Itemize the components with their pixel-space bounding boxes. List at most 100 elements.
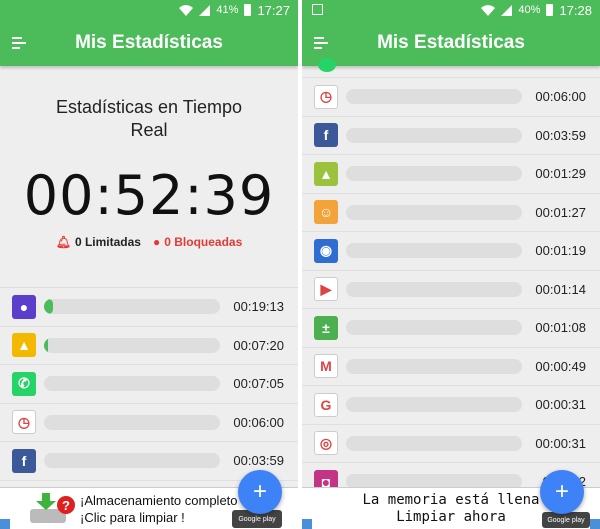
left-screen: 41% 17:27 Mis Estadísticas Estadísticas … [0,0,298,529]
blocked-count: ● 0 Bloqueadas [153,235,242,249]
usage-bar-fill [44,299,53,315]
gallery-notification-icon [312,4,323,15]
app-usage-list: ◷ 00:06:00 f 00:03:59 ▲ 00:01:29 ☺ 00:01:27 ◉ 00:… [302,78,600,502]
blocked-label: 0 Bloqueadas [164,235,243,249]
usage-bar [346,358,522,374]
realtime-clock: 00:52:39 [23,164,275,227]
battery-icon [546,4,554,16]
usage-bar [346,166,522,182]
battery-percent: 40% [518,4,541,16]
usage-duration: 00:01:19 [535,243,586,259]
app-usage-row[interactable]: ▶ 00:01:14 [302,271,600,309]
baby-app-icon: ☺ [314,200,338,225]
plant-game-icon: ▲ [314,161,338,186]
app-usage-row[interactable]: M 00:00:49 [302,348,600,386]
bell-icon: 🔔︎ [55,235,71,249]
google-play-badge[interactable]: Google play [542,512,590,528]
google-icon: G [314,392,338,417]
usage-duration: 00:00:31 [535,435,586,451]
realtime-title: Estadísticas en Tiempo Real [0,66,298,142]
usage-bar [44,376,220,392]
app-usage-row[interactable]: ▲ 00:01:29 [302,155,600,194]
ad-line2: ¡Clic para limpiar ! [80,510,185,525]
realtime-stats: Estadísticas en Tiempo Real 00:52:39 🔔︎ 0… [0,66,298,287]
battery-icon [244,4,252,16]
usage-duration: 00:01:14 [535,281,586,297]
usage-bar [44,299,220,315]
ad-choices-icon[interactable] [302,519,312,529]
app-usage-row[interactable]: ☺ 00:01:27 [302,194,600,232]
limit-counts: 🔔︎ 0 Limitadas ● 0 Bloqueadas [0,235,298,249]
usage-duration: 00:03:59 [233,453,284,469]
usage-duration: 00:00:49 [535,358,586,374]
play-store-icon: ▶ [314,277,338,302]
ad-choices-icon[interactable] [0,519,10,529]
usage-duration: 00:01:29 [535,166,586,182]
bomb-icon: ● [152,235,161,249]
app-usage-row[interactable]: ✆ 00:07:05 [0,365,298,404]
clock-time: 17:27 [257,2,290,18]
clock-icon: ◷ [12,410,36,435]
usage-bar [346,320,522,336]
usage-duration: 00:07:20 [233,337,284,353]
app-usage-row[interactable]: ▲ 00:07:20 [0,327,298,365]
add-fab-button[interactable]: + [540,470,584,514]
wifi-icon [179,4,194,16]
status-bar: 40% 17:28 [302,0,600,20]
app-title: Mis Estadísticas [377,32,525,53]
gallery-icon: ▲ [12,333,36,358]
status-bar: 41% 17:27 [0,0,298,20]
menu-icon[interactable] [314,37,328,49]
app-usage-row[interactable]: ◉ 00:01:19 [302,232,600,271]
app-usage-row[interactable]: ◎ 00:00:31 [302,425,600,463]
facebook-icon: f [314,123,338,148]
app-bar: Mis Estadísticas [302,20,600,66]
camera-app-icon: ◉ [314,238,338,263]
partial-row [302,58,600,78]
app-usage-list: ● 00:19:13 ▲ 00:07:20 ✆ 00:07:05 ◷ 00:06:00 f 00:… [0,288,298,481]
app-usage-row[interactable]: ◷ 00:06:00 [302,78,600,117]
usage-duration: 00:06:00 [233,414,284,430]
limited-label: 0 Limitadas [74,235,141,249]
globe-icon: ● [12,294,36,319]
app-usage-row[interactable]: G 00:00:31 [302,386,600,425]
gmail-icon: M [314,354,338,379]
limited-count: 🔔︎ 0 Limitadas [56,235,141,249]
storage-warning-icon: ? [30,493,75,523]
usage-duration: 00:03:59 [535,127,586,143]
usage-duration: 00:01:08 [535,320,586,336]
signal-icon [501,4,513,16]
signal-icon [199,4,211,16]
usage-bar-fill [44,337,48,353]
app-usage-row[interactable]: ±00:01:08 [302,309,600,348]
app-usage-row[interactable]: ● 00:19:13 [0,288,298,327]
chrome-icon: ◎ [314,431,338,456]
svg-text:?: ? [62,498,70,513]
app-bar: Mis Estadísticas [0,20,298,66]
facebook-icon: f [12,448,36,473]
ad-line1: ¡Almacenamiento completo ? [80,493,249,508]
usage-bar [44,453,220,469]
wifi-icon [481,4,496,16]
battery-percent: 41% [216,4,239,16]
whatsapp-icon: ✆ [12,371,36,396]
usage-duration: 00:19:13 [233,299,284,315]
whatsapp-icon [318,58,336,72]
ad-choices-icon[interactable] [590,519,600,529]
realtime-title-line1: Estadísticas en Tiempo [55,97,243,117]
usage-bar [346,243,522,259]
usage-bar [44,337,220,353]
usage-bar [346,89,522,105]
right-screen: 40% 17:28 Mis Estadísticas ◷ 00:06:00 f 00:… [302,0,600,529]
ad-text: ¡Almacenamiento completo ? ¡Clic para li… [80,492,248,526]
usage-bar [346,281,522,297]
usage-bar [44,414,220,430]
usage-bar [346,127,522,143]
app-usage-row[interactable]: f 00:03:59 [302,117,600,155]
menu-icon[interactable] [12,37,26,49]
usage-duration: 00:01:27 [535,204,586,220]
usage-bar [346,397,522,413]
app-usage-row[interactable]: ◷ 00:06:00 [0,404,298,442]
add-fab-button[interactable]: + [238,470,282,514]
usage-duration: 00:06:00 [535,89,586,105]
